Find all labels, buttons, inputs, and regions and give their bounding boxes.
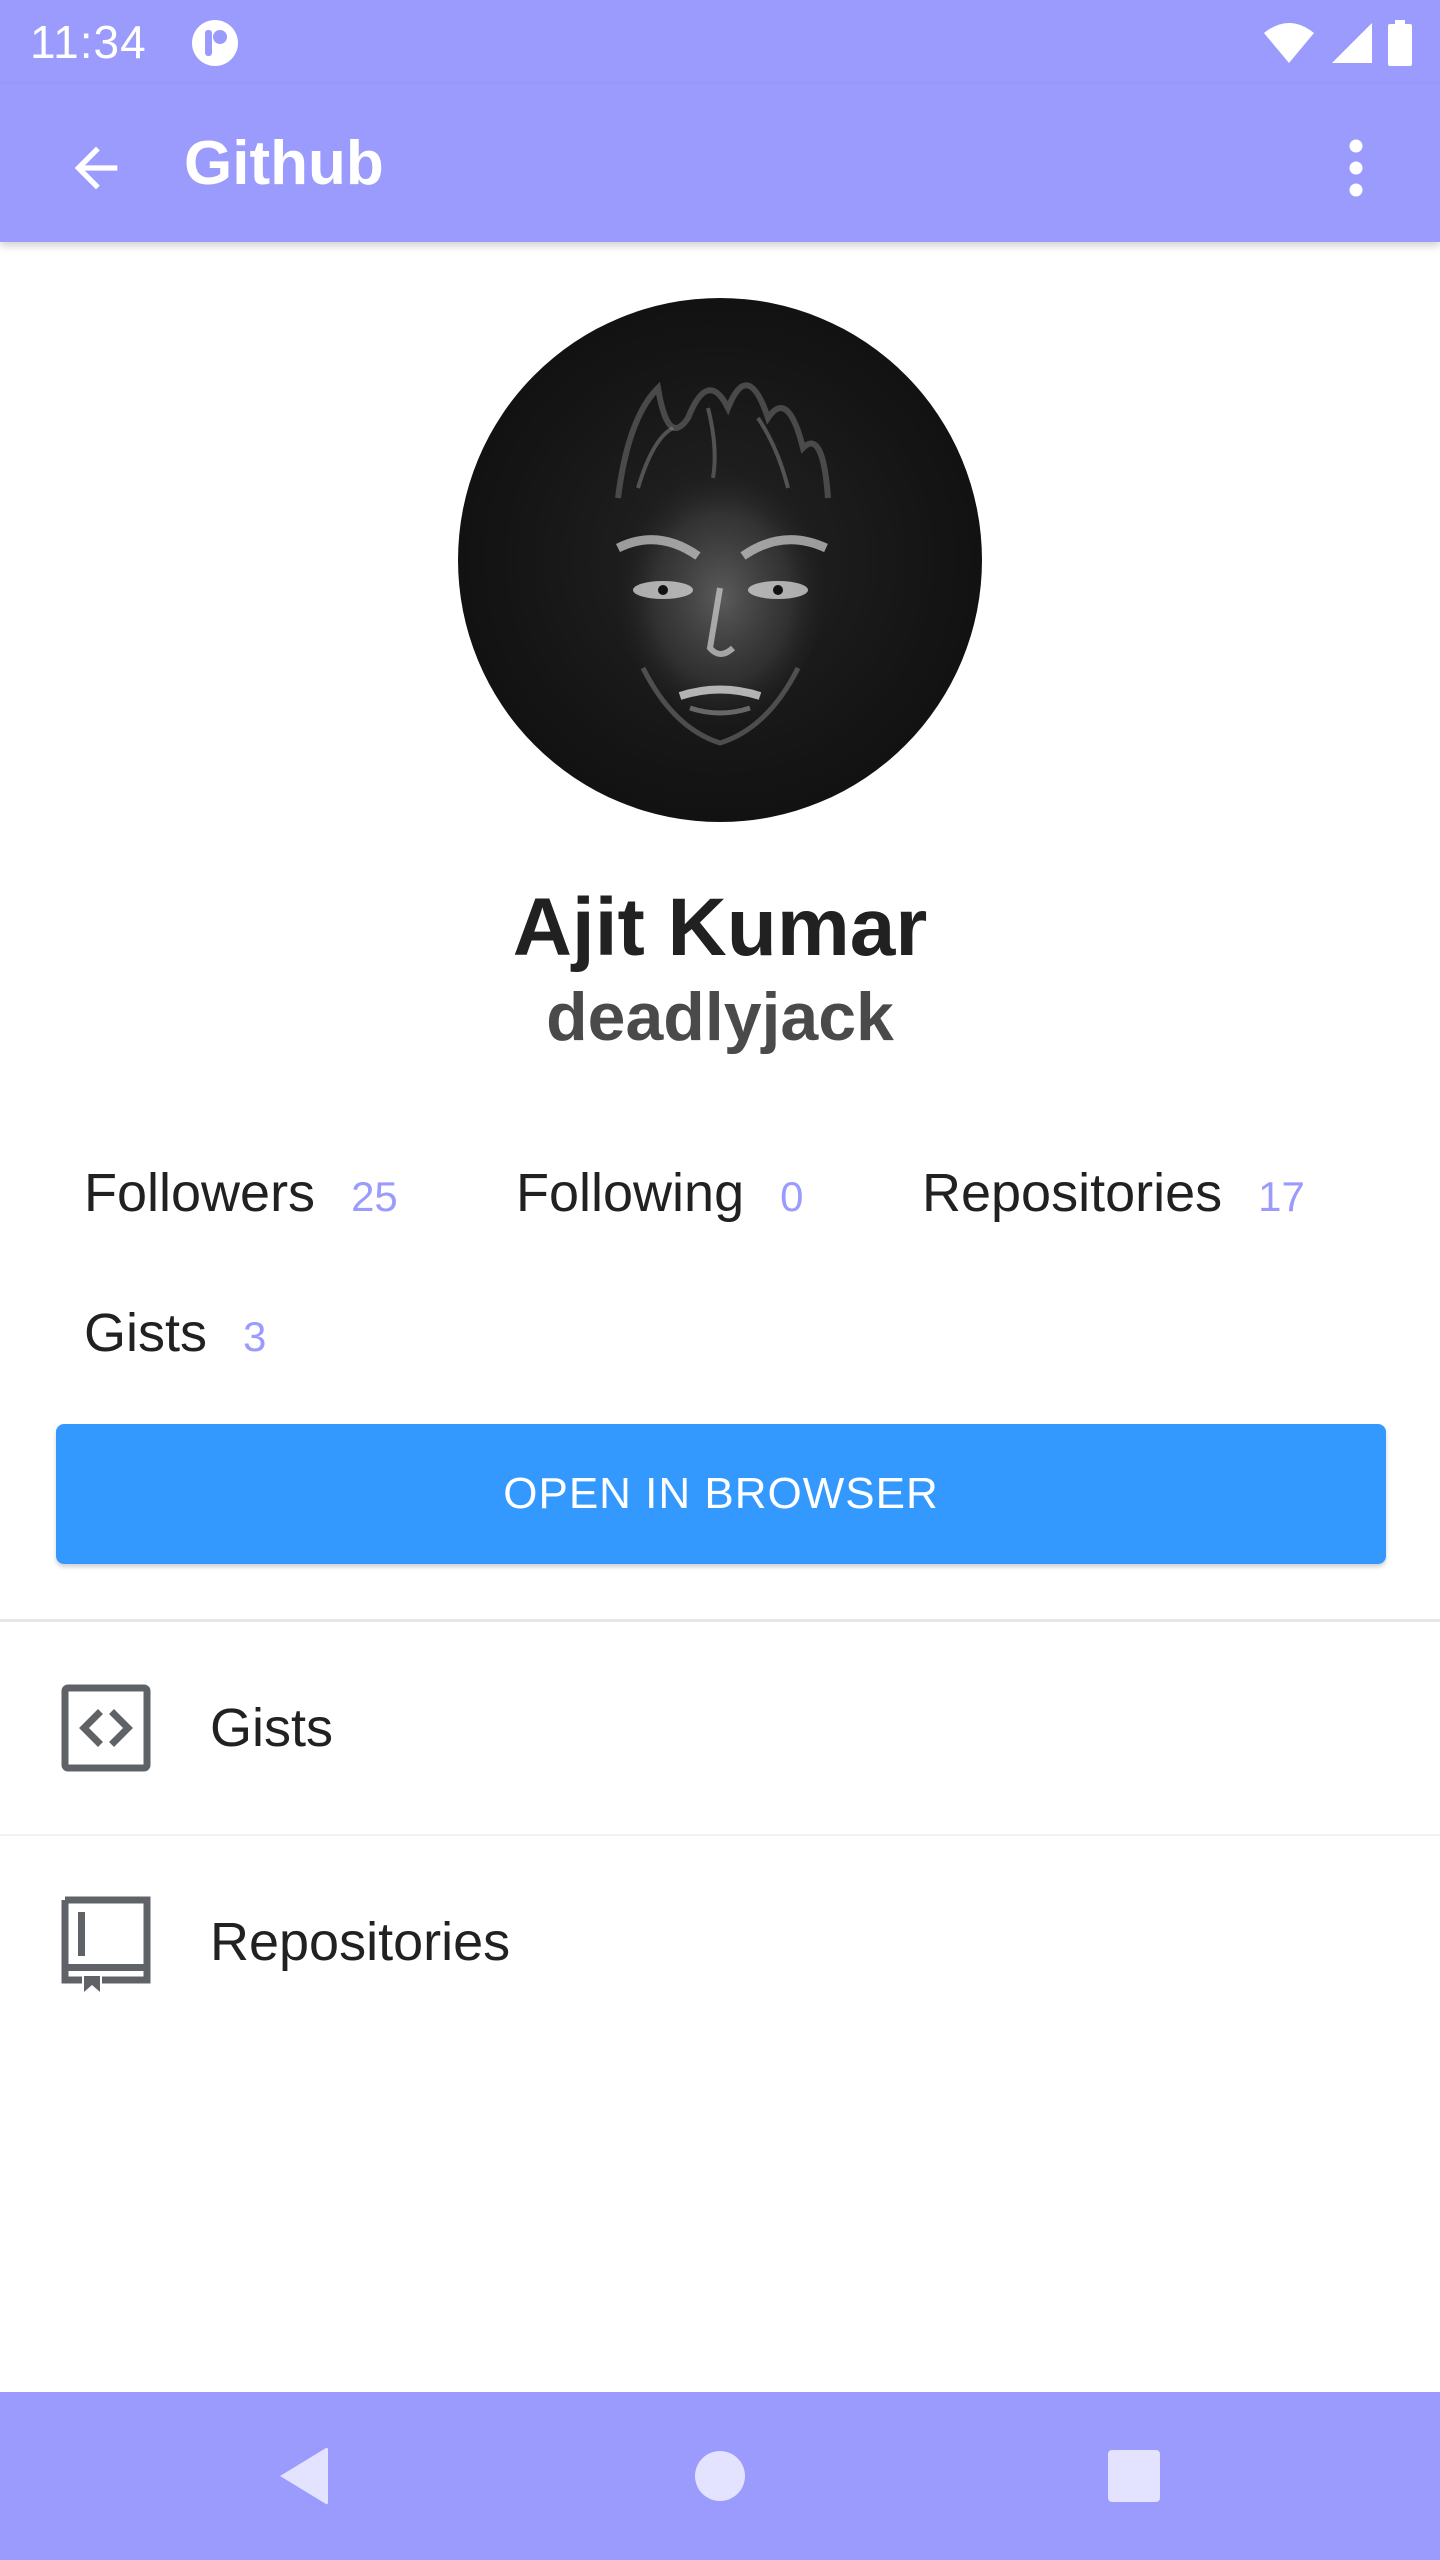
- profile-name: Ajit Kumar: [512, 882, 928, 973]
- nav-back-button[interactable]: [262, 2436, 342, 2516]
- stat-count: 3: [243, 1313, 267, 1360]
- list-item-gists[interactable]: Gists: [0, 1622, 1440, 1832]
- nav-home-icon: [695, 2451, 745, 2501]
- avatar: [458, 298, 982, 822]
- stat-followers[interactable]: Followers 25: [84, 1162, 398, 1232]
- more-options-button[interactable]: [1316, 128, 1396, 208]
- profile-username: deadlyjack: [546, 979, 894, 1055]
- stat-count: 17: [1258, 1173, 1305, 1220]
- list-item-repositories[interactable]: Repositories: [0, 1836, 1440, 2046]
- avatar-face-image: [607, 381, 837, 746]
- system-nav-bar: [0, 2392, 1440, 2560]
- nav-recents-icon: [1108, 2450, 1160, 2502]
- more-vert-icon: [1349, 139, 1363, 197]
- list-item-label: Repositories: [210, 1912, 511, 1972]
- stat-count: 0: [780, 1173, 804, 1220]
- app-bar: Github: [0, 84, 1440, 242]
- status-time: 11:34: [30, 16, 147, 68]
- stat-repositories[interactable]: Repositories 17: [922, 1162, 1305, 1232]
- repo-book-icon: [61, 1896, 151, 1992]
- stat-count: 25: [351, 1173, 398, 1220]
- list-item-label: Gists: [210, 1698, 334, 1758]
- stat-following[interactable]: Following 0: [516, 1162, 803, 1232]
- stat-gists[interactable]: Gists 3: [84, 1302, 266, 1372]
- back-button[interactable]: [56, 128, 136, 208]
- wifi-icon: [1264, 23, 1314, 63]
- battery-icon: [1388, 20, 1412, 66]
- code-icon: [61, 1684, 151, 1772]
- status-bar: 11:34: [0, 0, 1440, 84]
- stat-label: Repositories: [922, 1163, 1223, 1223]
- nav-back-icon: [280, 2447, 328, 2505]
- app-title: Github: [184, 129, 384, 198]
- cellular-signal-icon: [1332, 23, 1372, 63]
- stat-label: Following: [516, 1163, 745, 1223]
- arrow-back-icon: [74, 146, 118, 190]
- open-in-browser-button[interactable]: OPEN IN BROWSER: [56, 1424, 1386, 1564]
- status-icons: [1262, 18, 1414, 68]
- stat-label: Followers: [84, 1163, 316, 1223]
- stat-label: Gists: [84, 1303, 208, 1363]
- nav-recents-button[interactable]: [1094, 2436, 1174, 2516]
- app-notification-icon: [192, 20, 238, 66]
- nav-home-button[interactable]: [680, 2436, 760, 2516]
